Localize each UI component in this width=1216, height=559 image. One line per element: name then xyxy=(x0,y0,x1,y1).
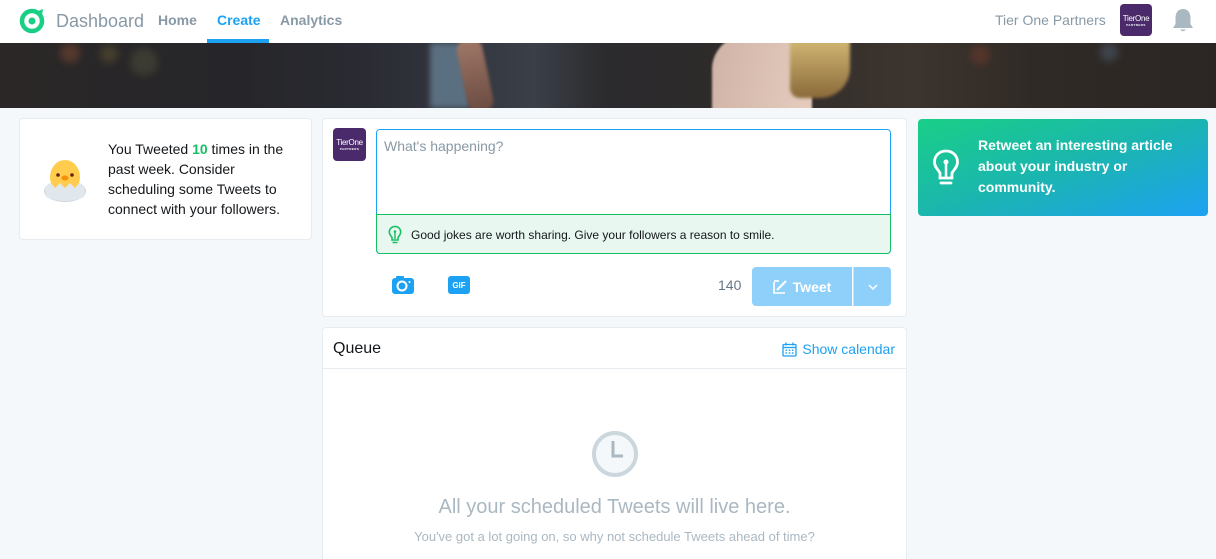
show-calendar-label: Show calendar xyxy=(802,341,895,357)
suggestion-text: Retweet an interesting article about you… xyxy=(978,137,1173,195)
character-count: 140 xyxy=(718,277,742,293)
queue-empty-title: All your scheduled Tweets will live here… xyxy=(438,496,791,518)
header-banner-image xyxy=(0,43,1216,108)
tweet-options-dropdown[interactable] xyxy=(853,267,891,306)
nav-create[interactable]: Create xyxy=(217,12,261,28)
queue-title: Queue xyxy=(333,340,382,357)
queue-header: Queue Show calendar xyxy=(323,328,906,369)
clock-icon xyxy=(592,431,638,477)
camera-icon[interactable] xyxy=(391,275,415,295)
composer-avatar: TierOne PARTNERS xyxy=(333,128,366,161)
tweet-button[interactable]: Tweet xyxy=(752,267,852,306)
stats-prefix: You Tweeted xyxy=(108,141,193,157)
nav-home[interactable]: Home xyxy=(158,12,197,28)
calendar-icon xyxy=(782,342,798,357)
lightbulb-icon xyxy=(388,225,402,243)
chevron-down-icon xyxy=(867,283,878,290)
nav-analytics[interactable]: Analytics xyxy=(280,12,342,28)
dashboard-logo-icon[interactable] xyxy=(19,8,45,34)
compose-box: Good jokes are worth sharing. Give your … xyxy=(376,129,891,254)
avatar-subtext: PARTNERS xyxy=(339,147,360,151)
tweet-input[interactable] xyxy=(377,130,890,214)
gif-label: GIF xyxy=(452,280,466,290)
stats-message: You Tweeted 10 times in the past week. C… xyxy=(108,139,298,219)
tweet-count: 10 xyxy=(192,141,208,157)
top-navigation: Dashboard Home Create Analytics Tier One… xyxy=(0,0,1216,43)
queue-card: Queue Show calendar All your scheduled T… xyxy=(322,327,907,559)
gif-button[interactable]: GIF xyxy=(448,276,470,294)
compose-tip-text: Good jokes are worth sharing. Give your … xyxy=(411,227,775,242)
account-name[interactable]: Tier One Partners xyxy=(995,12,1106,28)
avatar-text: TierOne xyxy=(1122,13,1150,23)
show-calendar-link[interactable]: Show calendar xyxy=(782,341,895,357)
account-avatar[interactable]: TierOne PARTNERS xyxy=(1120,4,1152,36)
bell-icon[interactable] xyxy=(1170,6,1196,34)
hatching-chick-icon xyxy=(44,160,86,202)
avatar-subtext: PARTNERS xyxy=(1126,22,1146,27)
compose-card: TierOne PARTNERS Good jokes are worth sh… xyxy=(322,118,907,317)
compose-tip-bar: Good jokes are worth sharing. Give your … xyxy=(377,214,890,253)
compose-icon xyxy=(772,279,787,294)
tweet-label: Tweet xyxy=(792,278,832,295)
lightbulb-icon xyxy=(933,149,959,185)
suggestion-card[interactable]: Retweet an interesting article about you… xyxy=(918,119,1208,216)
weekly-stats-card: You Tweeted 10 times in the past week. C… xyxy=(19,118,312,240)
avatar-text: TierOne xyxy=(336,138,363,147)
queue-empty-subtitle: You've got a lot going on, so why not sc… xyxy=(414,529,815,544)
brand-title[interactable]: Dashboard xyxy=(56,11,144,32)
